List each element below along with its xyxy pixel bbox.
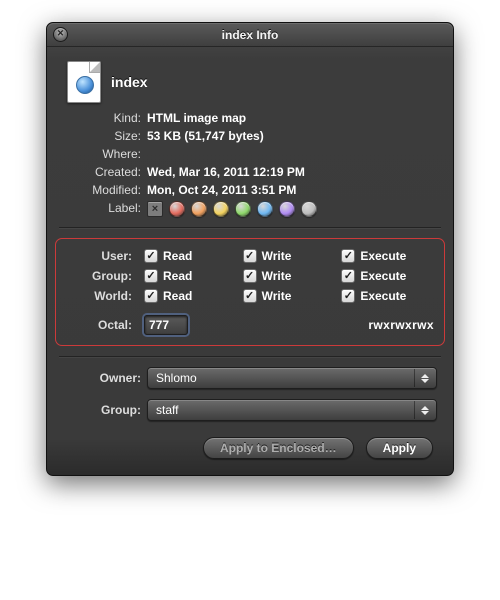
close-button[interactable]: × <box>53 27 68 42</box>
group-value: staff <box>156 403 178 417</box>
kind-value: HTML image map <box>147 111 437 125</box>
octal-input[interactable] <box>144 315 188 335</box>
created-label: Created: <box>63 165 147 179</box>
size-label: Size: <box>63 129 147 143</box>
label-color-4[interactable] <box>257 201 273 217</box>
user-exec-label: Execute <box>360 249 406 263</box>
label-label: Label: <box>63 201 147 217</box>
world-read-label: Read <box>163 289 192 303</box>
stepper-arrows-icon <box>414 401 434 419</box>
label-color-0[interactable] <box>169 201 185 217</box>
apply-to-enclosed-button[interactable]: Apply to Enclosed… <box>203 437 354 459</box>
owner-select[interactable]: Shlomo <box>147 367 437 389</box>
group-read-label: Read <box>163 269 192 283</box>
file-name: index <box>111 74 148 90</box>
user-read-checkbox[interactable] <box>144 249 158 263</box>
owner-label: Owner: <box>63 371 147 385</box>
modified-label: Modified: <box>63 183 147 197</box>
group-exec-cell: Execute <box>341 269 434 283</box>
user-read-cell: Read <box>144 249 237 263</box>
world-read-checkbox[interactable] <box>144 289 158 303</box>
octal-row: Octal: rwxrwxrwx <box>66 315 434 335</box>
stepper-arrows-icon <box>414 369 434 387</box>
separator <box>59 227 441 228</box>
user-label: User: <box>66 249 138 263</box>
user-write-checkbox[interactable] <box>243 249 257 263</box>
user-write-cell: Write <box>243 249 336 263</box>
octal-label: Octal: <box>66 318 138 332</box>
label-row: × <box>147 201 437 217</box>
label-color-5[interactable] <box>279 201 295 217</box>
world-exec-label: Execute <box>360 289 406 303</box>
group-write-cell: Write <box>243 269 336 283</box>
where-value <box>147 147 437 161</box>
modified-value: Mon, Oct 24, 2011 3:51 PM <box>147 183 437 197</box>
label-color-6[interactable] <box>301 201 317 217</box>
window-title: index Info <box>222 28 279 42</box>
world-write-cell: Write <box>243 289 336 303</box>
world-exec-cell: Execute <box>341 289 434 303</box>
titlebar: × index Info <box>47 23 453 47</box>
group-exec-checkbox[interactable] <box>341 269 355 283</box>
world-write-checkbox[interactable] <box>243 289 257 303</box>
user-read-label: Read <box>163 249 192 263</box>
world-label: World: <box>66 289 138 303</box>
metadata: Kind: HTML image map Size: 53 KB (51,747… <box>63 111 437 217</box>
user-write-label: Write <box>262 249 292 263</box>
user-exec-checkbox[interactable] <box>341 249 355 263</box>
html-file-icon <box>67 61 101 103</box>
kind-label: Kind: <box>63 111 147 125</box>
size-value: 53 KB (51,747 bytes) <box>147 129 437 143</box>
group-read-cell: Read <box>144 269 237 283</box>
label-color-3[interactable] <box>235 201 251 217</box>
group-label: Group: <box>66 269 138 283</box>
label-color-1[interactable] <box>191 201 207 217</box>
world-read-cell: Read <box>144 289 237 303</box>
globe-icon <box>76 76 94 94</box>
label-color-2[interactable] <box>213 201 229 217</box>
label-clear-button[interactable]: × <box>147 201 163 217</box>
button-row: Apply to Enclosed… Apply <box>67 437 433 459</box>
group-write-label: Write <box>262 269 292 283</box>
permissions-grid: User: Read Write Execute Group: Read Write Exec… <box>66 249 434 303</box>
owner-value: Shlomo <box>156 371 197 385</box>
apply-button[interactable]: Apply <box>366 437 433 459</box>
info-window: × index Info index Kind: HTML image map … <box>46 22 454 476</box>
separator <box>59 356 441 357</box>
group-label: Group: <box>63 403 147 417</box>
group-read-checkbox[interactable] <box>144 269 158 283</box>
created-value: Wed, Mar 16, 2011 12:19 PM <box>147 165 437 179</box>
permissions-highlight: User: Read Write Execute Group: Read Write Exec… <box>55 238 445 346</box>
group-exec-label: Execute <box>360 269 406 283</box>
ownership: Owner: Shlomo Group: staff <box>63 367 437 421</box>
user-exec-cell: Execute <box>341 249 434 263</box>
file-header: index <box>67 61 439 103</box>
posix-string: rwxrwxrwx <box>368 318 434 332</box>
world-exec-checkbox[interactable] <box>341 289 355 303</box>
group-write-checkbox[interactable] <box>243 269 257 283</box>
content: index Kind: HTML image map Size: 53 KB (… <box>47 47 453 459</box>
world-write-label: Write <box>262 289 292 303</box>
group-select[interactable]: staff <box>147 399 437 421</box>
label-value: × <box>147 201 437 217</box>
where-label: Where: <box>63 147 147 161</box>
close-x-icon: × <box>57 29 63 40</box>
